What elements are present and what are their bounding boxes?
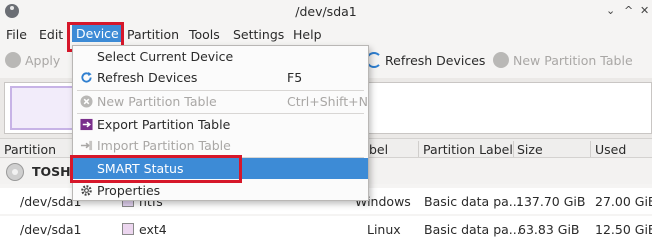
close-icon[interactable]: ✕ <box>640 5 649 17</box>
cell-partition: /dev/sda1 <box>20 222 82 237</box>
new-partition-table-icon <box>493 52 509 68</box>
column-divider <box>418 141 419 157</box>
cell-used: 12.50 GiE <box>595 222 652 237</box>
export-icon <box>80 118 93 131</box>
cancel-icon <box>80 95 93 108</box>
column-divider <box>590 141 591 157</box>
menu-item-export-partition-table[interactable]: Export Partition Table <box>73 114 368 135</box>
cell-size: 63.83 GiB <box>518 222 580 237</box>
menu-settings[interactable]: Settings <box>233 27 284 42</box>
import-icon <box>80 140 93 151</box>
menu-item-select-current-device[interactable]: Select Current Device <box>73 46 368 67</box>
table-row[interactable]: /dev/sda1 ext4 Linux Basic data pa... 63… <box>0 216 652 242</box>
apply-icon <box>5 52 21 68</box>
cell-partition-label: Basic data pa... <box>424 222 521 237</box>
apply-button[interactable]: Apply <box>25 53 60 68</box>
refresh-icon <box>81 71 92 83</box>
menu-item-new-partition-table[interactable]: New Partition Table Ctrl+Shift+N <box>73 91 368 112</box>
refresh-devices-button[interactable]: Refresh Devices <box>385 53 485 68</box>
menu-partition[interactable]: Partition <box>127 27 179 42</box>
maximize-icon[interactable]: ^ <box>624 5 633 17</box>
minimize-icon[interactable]: ⌄ <box>606 5 615 17</box>
device-name: TOSHI <box>32 164 76 179</box>
cell-filesystem: ext4 <box>139 222 167 237</box>
col-used[interactable]: Used <box>595 142 626 157</box>
harddisk-icon <box>6 163 24 181</box>
title-bar: /dev/sda1 ⌄ ^ ✕ <box>0 0 652 24</box>
cell-used: 27.00 GiE <box>595 194 652 209</box>
gear-icon <box>81 185 92 196</box>
cell-label: Linux <box>367 222 401 237</box>
menu-tools[interactable]: Tools <box>189 27 220 42</box>
col-size[interactable]: Size <box>517 142 543 157</box>
menu-edit[interactable]: Edit <box>39 27 63 42</box>
cell-partition-label: Basic data pa... <box>424 194 521 209</box>
filesystem-color-swatch <box>122 223 134 235</box>
menu-item-import-partition-table[interactable]: Import Partition Table <box>73 135 368 156</box>
window-title: /dev/sda1 <box>295 4 357 19</box>
menu-help[interactable]: Help <box>293 27 322 42</box>
menu-item-properties[interactable]: Properties <box>73 180 368 201</box>
cell-size: 137.70 GiB <box>516 194 586 209</box>
partition-block[interactable] <box>10 86 80 130</box>
new-partition-table-button[interactable]: New Partition Table <box>513 53 633 68</box>
menu-file[interactable]: File <box>6 27 27 42</box>
col-label[interactable]: bel <box>369 142 388 157</box>
col-partition-label[interactable]: Partition Label <box>423 142 513 157</box>
column-divider <box>513 141 514 157</box>
menu-item-refresh-devices[interactable]: Refresh Devices F5 <box>73 67 368 88</box>
col-partition[interactable]: Partition <box>4 142 56 157</box>
smart-status-highlight <box>70 155 242 183</box>
